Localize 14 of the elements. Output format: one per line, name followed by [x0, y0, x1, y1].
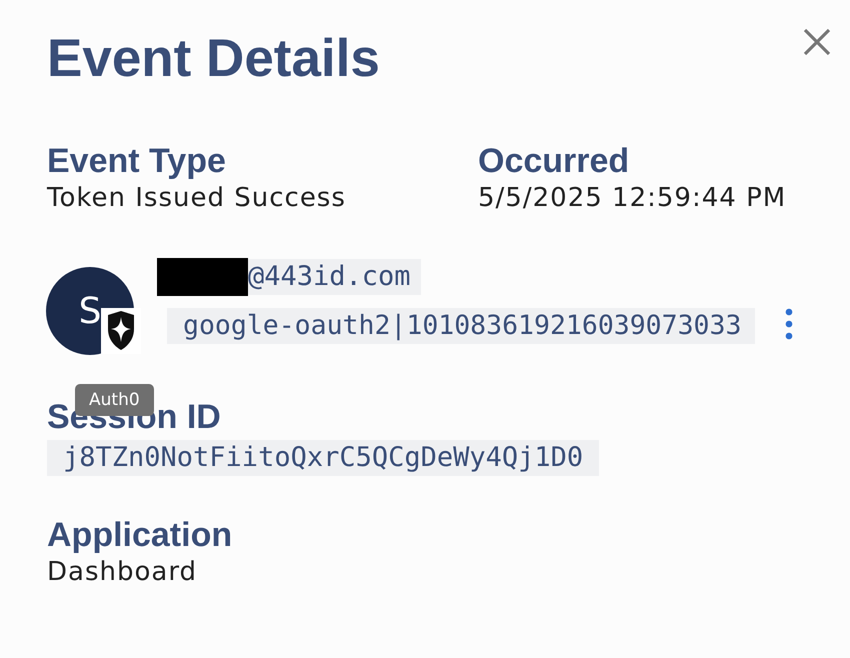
- field-label: Application: [47, 516, 234, 554]
- more-options-button[interactable]: [785, 308, 794, 340]
- close-button[interactable]: [802, 27, 832, 57]
- field-label: Occurred: [478, 142, 630, 180]
- email-text: @443id.com: [248, 259, 421, 295]
- field-label: Event Type: [47, 142, 227, 180]
- user-id-text: google-oauth2|101083619216039073033: [167, 308, 756, 344]
- field-value: 5/5/2025 12:59:44 PM: [478, 182, 788, 214]
- more-icon: [785, 308, 794, 340]
- panel-title: Event Details: [47, 28, 380, 90]
- session-id-text: j8TZn0NotFiitoQxrC5QCgDeWy4Qj1D0: [47, 440, 600, 476]
- field-value: Dashboard: [47, 556, 198, 588]
- field-value: Token Issued Success: [47, 182, 347, 214]
- close-icon: [802, 27, 832, 57]
